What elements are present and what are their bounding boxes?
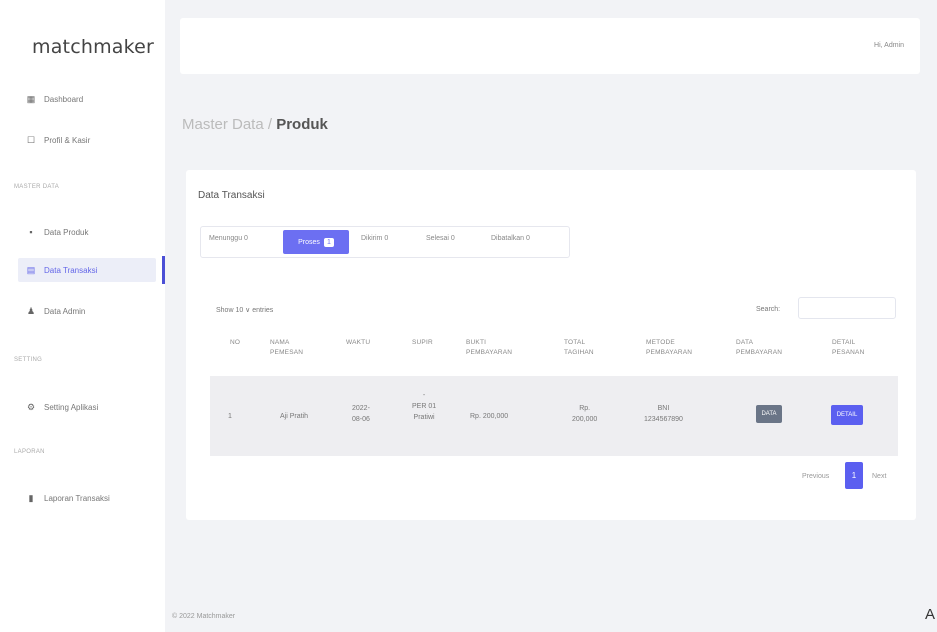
breadcrumb-current: Produk	[276, 116, 328, 133]
column-header[interactable]: SUPIR	[412, 338, 433, 348]
sidebar-item-label: Data Admin	[44, 306, 86, 316]
cell-total-tagihan: Rp. 200,000	[572, 405, 598, 423]
pagination-page-1[interactable]: 1	[845, 462, 863, 489]
footer-copyright: © 2022 Matchmaker	[172, 613, 236, 620]
tab-dikirim[interactable]: Dikirim 0	[361, 235, 388, 242]
sidebar-section-laporan: LAPORAN	[14, 449, 45, 455]
status-tabs: Menunggu 0 Proses 1 Dikirim 0 Selesai 0 …	[200, 226, 570, 258]
dashboard-icon: ▦	[26, 93, 36, 104]
cell-nama-pemesan: Aji Pratih	[280, 413, 309, 420]
cell-metode-pembayaran: BNI 1234567890	[644, 405, 683, 423]
tab-selesai[interactable]: Selesai 0	[426, 235, 455, 242]
sidebar-item-label: Data Transaksi	[44, 265, 98, 275]
tab-menunggu[interactable]: Menunggu 0	[209, 235, 248, 242]
box-icon: ▪	[29, 227, 33, 237]
sidebar: matchmaker ▦ Dashboard ☐ Profil & Kasir …	[0, 0, 165, 632]
sidebar-item-label: Dashboard	[44, 94, 84, 104]
sidebar-item-setting-aplikasi[interactable]: ⚙ Setting Aplikasi	[26, 395, 160, 419]
sidebar-item-laporan-transaksi[interactable]: ▮ Laporan Transaksi	[26, 486, 160, 510]
sidebar-section-master-data: MASTER DATA	[14, 184, 60, 190]
sidebar-item-label: Laporan Transaksi	[44, 493, 110, 503]
sidebar-item-profil-kasir[interactable]: ☐ Profil & Kasir	[26, 128, 160, 152]
column-header[interactable]: WAKTU	[346, 338, 370, 348]
transaction-card: Data Transaksi Menunggu 0 Proses 1 Dikir…	[186, 170, 916, 520]
search-input[interactable]	[798, 297, 896, 319]
table-row	[210, 376, 898, 456]
cell-supir: - PER 01 Pratiwi	[412, 392, 437, 421]
tab-proses[interactable]: Proses 1	[283, 230, 349, 254]
search-label: Search:	[756, 306, 781, 313]
sidebar-item-label: Data Produk	[44, 227, 89, 237]
cell-no: 1	[228, 413, 232, 420]
pagination-next[interactable]: Next	[872, 473, 886, 480]
sidebar-active-indicator	[162, 256, 165, 284]
cart-icon: ▤	[26, 264, 36, 275]
breadcrumb: Master Data / Produk	[182, 116, 328, 133]
sidebar-item-dashboard[interactable]: ▦ Dashboard	[26, 87, 160, 111]
report-icon: ▮	[28, 492, 34, 503]
user-menu[interactable]: Hi, Admin	[874, 42, 904, 49]
users-icon: ♟	[26, 305, 36, 316]
settings-icon: ⚙	[26, 401, 36, 412]
sidebar-item-data-produk[interactable]: ▪ Data Produk	[26, 220, 160, 244]
sidebar-item-label: Setting Aplikasi	[44, 402, 99, 412]
column-header[interactable]: DATA PEMBAYARAN	[736, 338, 782, 358]
detail-pesanan-button[interactable]: DETAIL	[831, 405, 863, 425]
tab-label: Proses	[298, 238, 320, 246]
topbar: Hi, Admin	[180, 18, 920, 74]
cell-bukti-pembayaran[interactable]: Rp. 200,000	[470, 411, 508, 422]
tab-dibatalkan[interactable]: Dibatalkan 0	[491, 235, 530, 242]
sidebar-item-label: Profil & Kasir	[44, 135, 91, 145]
sidebar-section-setting: SETTING	[14, 357, 43, 363]
user-card-icon: ☐	[26, 134, 36, 145]
breadcrumb-parent[interactable]: Master Data /	[182, 116, 276, 133]
sidebar-item-data-admin[interactable]: ♟ Data Admin	[26, 299, 160, 323]
column-header[interactable]: TOTAL TAGIHAN	[564, 338, 594, 358]
show-entries-select[interactable]: Show 10 ∨ entries	[216, 306, 273, 314]
column-header[interactable]: NO	[230, 338, 240, 348]
column-header[interactable]: NAMA PEMESAN	[270, 338, 303, 358]
data-pembayaran-button[interactable]: DATA	[756, 405, 782, 423]
corner-mark: A	[925, 606, 936, 623]
tab-count-badge: 1	[323, 237, 334, 247]
column-header[interactable]: DETAIL PESANAN	[832, 338, 864, 358]
cell-waktu: 2022- 08-06	[352, 405, 370, 423]
brand-logo[interactable]: matchmaker	[32, 36, 154, 58]
card-title: Data Transaksi	[198, 190, 265, 201]
column-header[interactable]: BUKTI PEMBAYARAN	[466, 338, 512, 358]
sidebar-item-data-transaksi[interactable]: ▤ Data Transaksi	[18, 258, 156, 282]
pagination-previous[interactable]: Previous	[802, 473, 829, 480]
column-header[interactable]: METODE PEMBAYARAN	[646, 338, 692, 358]
